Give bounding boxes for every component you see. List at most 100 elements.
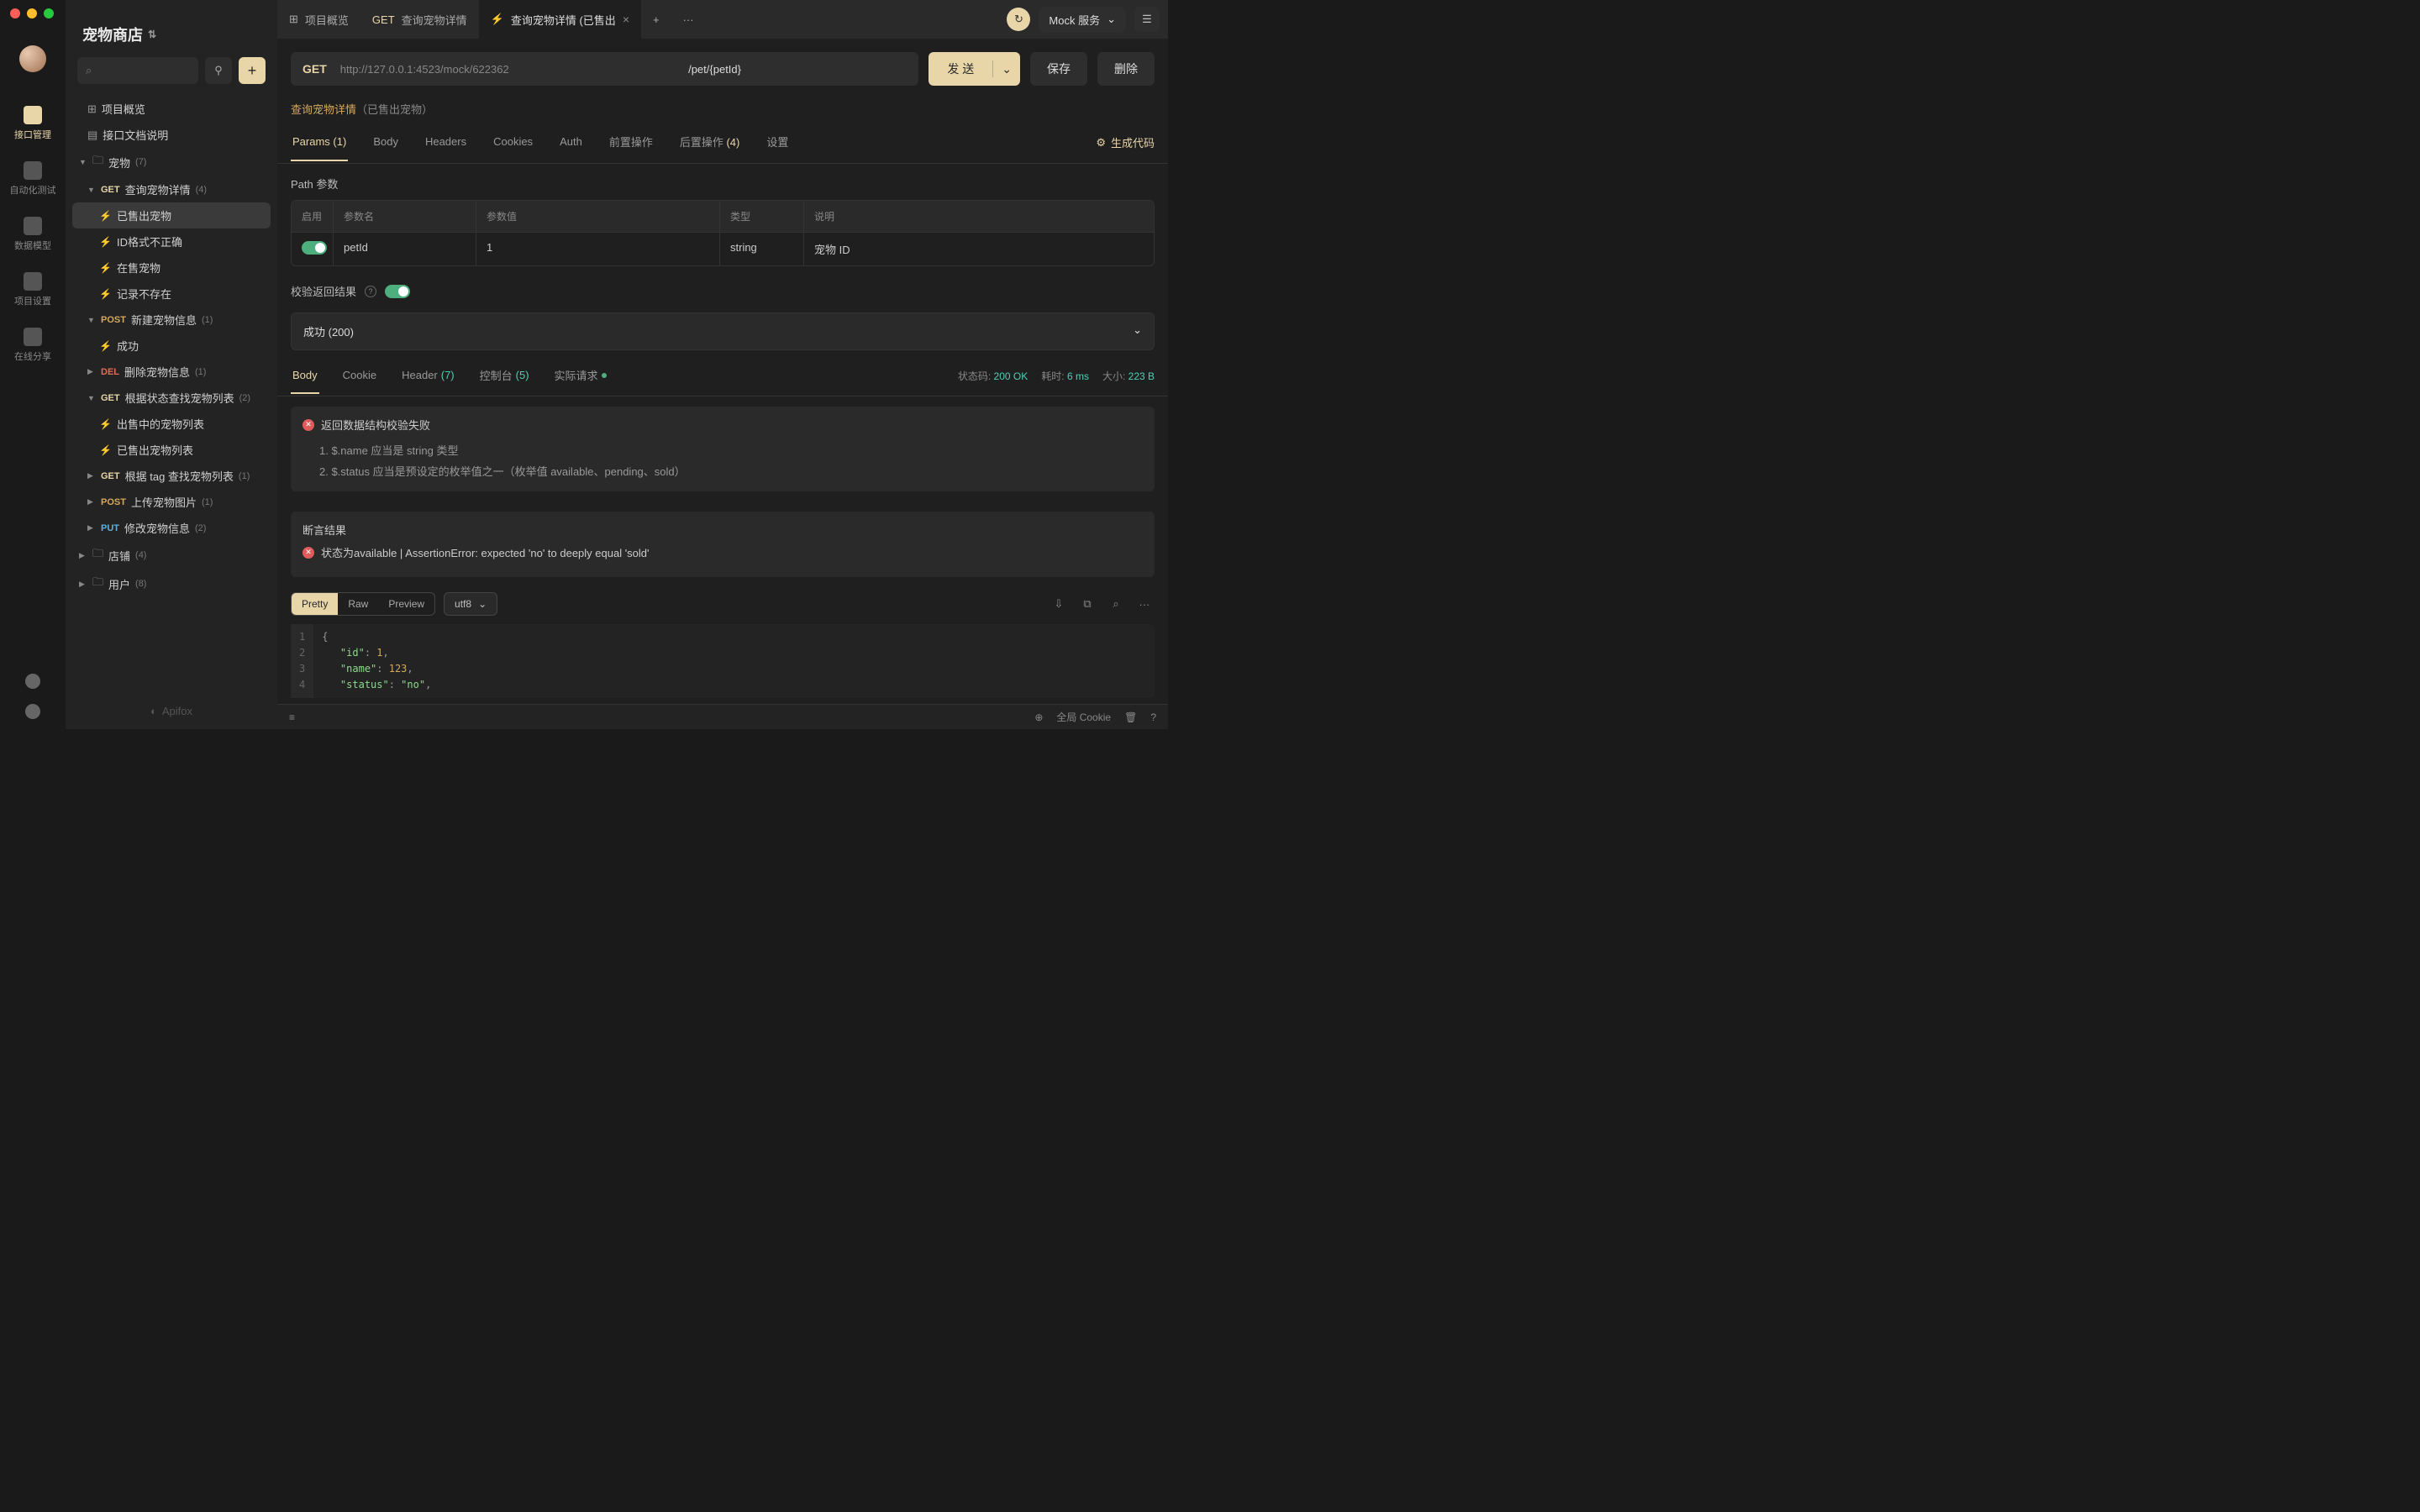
- plus-icon: +: [653, 13, 660, 26]
- resp-tab-header[interactable]: Header (7): [400, 369, 456, 394]
- param-type[interactable]: string: [720, 233, 804, 265]
- settings-icon[interactable]: [25, 704, 40, 719]
- grid-icon: ⊞: [289, 13, 298, 26]
- bell-icon[interactable]: [25, 674, 40, 689]
- search-input[interactable]: ⌕: [77, 57, 198, 84]
- search-icon[interactable]: ⌕: [1106, 594, 1126, 614]
- delete-button[interactable]: 删除: [1097, 52, 1155, 86]
- tab-more[interactable]: ···: [671, 0, 706, 39]
- case-sold-list[interactable]: ⚡已售出宠物列表: [72, 437, 271, 463]
- tab-query-sold[interactable]: ⚡查询宠物详情 (已售出×: [479, 0, 641, 39]
- resp-tab-body[interactable]: Body: [291, 369, 319, 394]
- case-not-found[interactable]: ⚡记录不存在: [72, 281, 271, 307]
- case-create-ok[interactable]: ⚡成功: [72, 333, 271, 359]
- encoding-select[interactable]: utf8⌄: [444, 592, 497, 616]
- response-body[interactable]: 1234 { "id": 1, "name": 123, "status": "…: [291, 624, 1155, 698]
- download-icon[interactable]: ⇩: [1049, 594, 1069, 614]
- chevron-down-icon: ⌄: [1133, 323, 1142, 339]
- validate-toggle[interactable]: [385, 285, 410, 298]
- param-name[interactable]: petId: [334, 233, 476, 265]
- sidebar-doc[interactable]: ▤接口文档说明: [72, 122, 271, 148]
- resp-tab-console[interactable]: 控制台 (5): [478, 367, 531, 396]
- api-by-status[interactable]: ▼GET根据状态查找宠物列表(2): [72, 385, 271, 411]
- refresh-button[interactable]: ↻: [1007, 8, 1030, 31]
- rail-settings[interactable]: 项目设置: [0, 264, 66, 316]
- breadcrumb: 查询宠物详情（已售出宠物）: [277, 99, 1168, 122]
- toggle-panel-icon[interactable]: ≡: [289, 711, 295, 723]
- env-select[interactable]: Mock 服务⌄: [1039, 7, 1126, 33]
- chevron-icon: ⇅: [148, 29, 156, 40]
- tab-settings[interactable]: 设置: [765, 122, 790, 163]
- rail-data-model[interactable]: 数据模型: [0, 208, 66, 260]
- gear-icon: [24, 272, 42, 291]
- save-button[interactable]: 保存: [1030, 52, 1087, 86]
- bolt-icon: ⚡: [491, 13, 504, 26]
- filter-button[interactable]: ⚲: [205, 57, 232, 84]
- api-icon: [24, 106, 42, 124]
- avatar[interactable]: [19, 45, 46, 72]
- api-query-detail[interactable]: ▼GET查询宠物详情(4): [72, 176, 271, 202]
- param-value[interactable]: 1: [476, 233, 720, 265]
- api-create[interactable]: ▼POST新建宠物信息(1): [72, 307, 271, 333]
- tab-params[interactable]: Params (1): [291, 123, 348, 161]
- add-button[interactable]: +: [239, 57, 266, 84]
- tab-pre[interactable]: 前置操作: [608, 122, 655, 163]
- mode-pretty[interactable]: Pretty: [292, 593, 338, 615]
- status-bar: ≡ ⊕ 全局 Cookie 🗑 ?: [277, 704, 1168, 729]
- sidebar-overview[interactable]: ⊞项目概览: [72, 96, 271, 122]
- method-select[interactable]: GET: [302, 62, 327, 76]
- code-icon: ⚙: [1096, 136, 1106, 150]
- case-on-sale[interactable]: ⚡在售宠物: [72, 255, 271, 281]
- enable-toggle[interactable]: [302, 241, 327, 255]
- help-icon[interactable]: ?: [365, 286, 376, 297]
- resp-tab-actual[interactable]: 实际请求: [553, 367, 608, 396]
- url-input[interactable]: GET http://127.0.0.1:4523/mock/622362 /p…: [291, 52, 918, 86]
- global-cookie[interactable]: 全局 Cookie: [1056, 710, 1111, 724]
- validate-row: 校验返回结果 ?: [277, 266, 1168, 307]
- param-row: petId 1 string 宠物 ID: [292, 232, 1154, 265]
- tab-overview[interactable]: ⊞项目概览: [277, 0, 360, 39]
- folder-pets[interactable]: ▼🗀宠物(7): [72, 148, 271, 176]
- flask-icon: [24, 161, 42, 180]
- tab-cookies[interactable]: Cookies: [492, 123, 534, 161]
- main: ⊞项目概览 GET查询宠物详情 ⚡查询宠物详情 (已售出× + ··· ↻ Mo…: [277, 0, 1168, 729]
- api-modify[interactable]: ▶PUT修改宠物信息(2): [72, 515, 271, 541]
- tab-query[interactable]: GET查询宠物详情: [360, 0, 479, 39]
- folder-user[interactable]: ▶🗀用户(8): [72, 570, 271, 598]
- resp-tab-cookie[interactable]: Cookie: [341, 369, 378, 394]
- api-by-tag[interactable]: ▶GET根据 tag 查找宠物列表(1): [72, 463, 271, 489]
- tab-body[interactable]: Body: [371, 123, 400, 161]
- menu-button[interactable]: ☰: [1134, 7, 1160, 32]
- help-icon[interactable]: ?: [1150, 711, 1156, 723]
- chevron-down-icon[interactable]: ⌄: [993, 62, 1020, 76]
- folder-shop[interactable]: ▶🗀店铺(4): [72, 541, 271, 570]
- tab-auth[interactable]: Auth: [558, 123, 584, 161]
- param-table: 启用 参数名 参数值 类型 说明 petId 1 string 宠物 ID: [291, 200, 1155, 266]
- close-icon[interactable]: ×: [623, 13, 629, 26]
- project-title[interactable]: 宠物商店⇅: [66, 8, 277, 57]
- rail-share[interactable]: 在线分享: [0, 319, 66, 371]
- api-delete[interactable]: ▶DEL删除宠物信息(1): [72, 359, 271, 385]
- tab-add[interactable]: +: [641, 0, 671, 39]
- model-icon: [24, 217, 42, 235]
- param-desc[interactable]: 宠物 ID: [804, 233, 1154, 265]
- more-icon[interactable]: ···: [1134, 594, 1155, 614]
- mode-preview[interactable]: Preview: [378, 593, 434, 615]
- copy-icon[interactable]: ⧉: [1077, 594, 1097, 614]
- rail-automation[interactable]: 自动化测试: [0, 153, 66, 205]
- trash-icon[interactable]: 🗑: [1124, 711, 1137, 723]
- tab-headers[interactable]: Headers: [424, 123, 468, 161]
- case-selling-list[interactable]: ⚡出售中的宠物列表: [72, 411, 271, 437]
- tab-post[interactable]: 后置操作 (4): [678, 122, 742, 163]
- status-select[interactable]: 成功 (200)⌄: [291, 312, 1155, 350]
- case-bad-id[interactable]: ⚡ID格式不正确: [72, 228, 271, 255]
- cookie-icon: ⊕: [1034, 711, 1043, 723]
- response-meta: 状态码: 200 OK 耗时: 6 ms 大小: 223 B: [958, 369, 1155, 394]
- send-button[interactable]: 发 送⌄: [929, 52, 1020, 86]
- api-upload[interactable]: ▶POST上传宠物图片(1): [72, 489, 271, 515]
- gen-code-button[interactable]: ⚙生成代码: [1096, 123, 1155, 162]
- rail-api-mgmt[interactable]: 接口管理: [0, 97, 66, 150]
- share-icon: [24, 328, 42, 346]
- case-sold[interactable]: ⚡已售出宠物: [72, 202, 271, 228]
- mode-raw[interactable]: Raw: [338, 593, 378, 615]
